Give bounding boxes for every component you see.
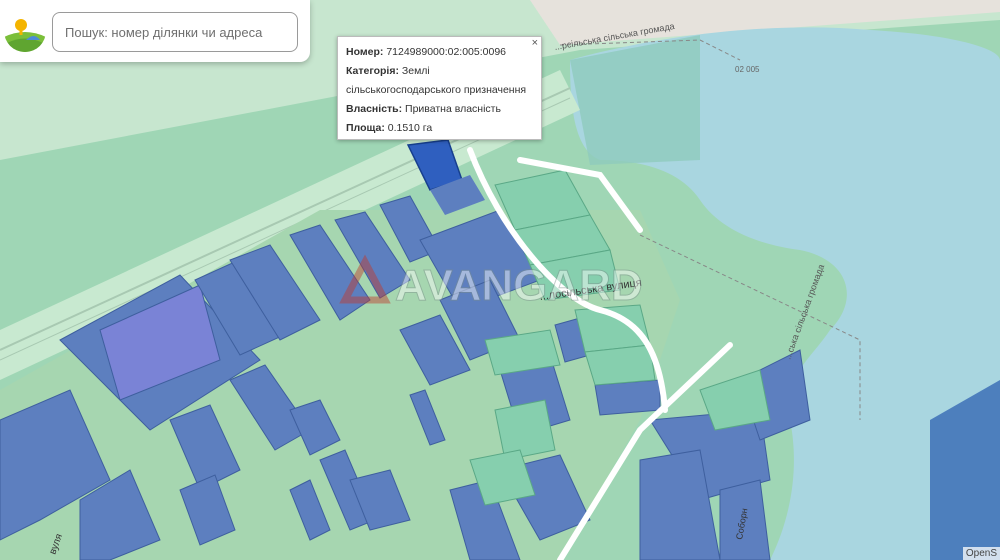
ownership-label: Власність: — [346, 103, 403, 115]
category-label: Категорія: — [346, 65, 399, 77]
category-row: Категорія: Землі — [346, 62, 533, 81]
category-row-2: сільськогосподарського призначення — [346, 81, 533, 100]
area-value: 0.1510 га — [387, 122, 433, 134]
number-value: 7124989000:02:005:0096 — [386, 46, 507, 58]
ownership-value: Приватна власність — [405, 103, 501, 115]
number-label: Номер: — [346, 46, 384, 58]
watermark-text: AVANGARD — [395, 261, 643, 310]
area-row: Площа: 0.1510 га — [346, 119, 533, 138]
search-bar — [0, 0, 310, 62]
parcel-info-popup: × Номер: 7124989000:02:005:0096 Категорі… — [337, 36, 542, 140]
category-value-line1: Землі — [401, 65, 430, 77]
close-icon[interactable]: × — [532, 36, 538, 50]
category-value-line2: сільськогосподарського призначення — [346, 84, 527, 96]
number-row: Номер: 7124989000:02:005:0096 — [346, 43, 533, 62]
app-logo-icon[interactable] — [4, 10, 46, 52]
area-label: Площа: — [346, 122, 385, 134]
label-code-near-lake: 02 005 — [735, 65, 760, 74]
search-input[interactable] — [52, 12, 298, 52]
ownership-row: Власність: Приватна власність — [346, 100, 533, 119]
map-attribution[interactable]: OpenS — [962, 547, 1000, 560]
